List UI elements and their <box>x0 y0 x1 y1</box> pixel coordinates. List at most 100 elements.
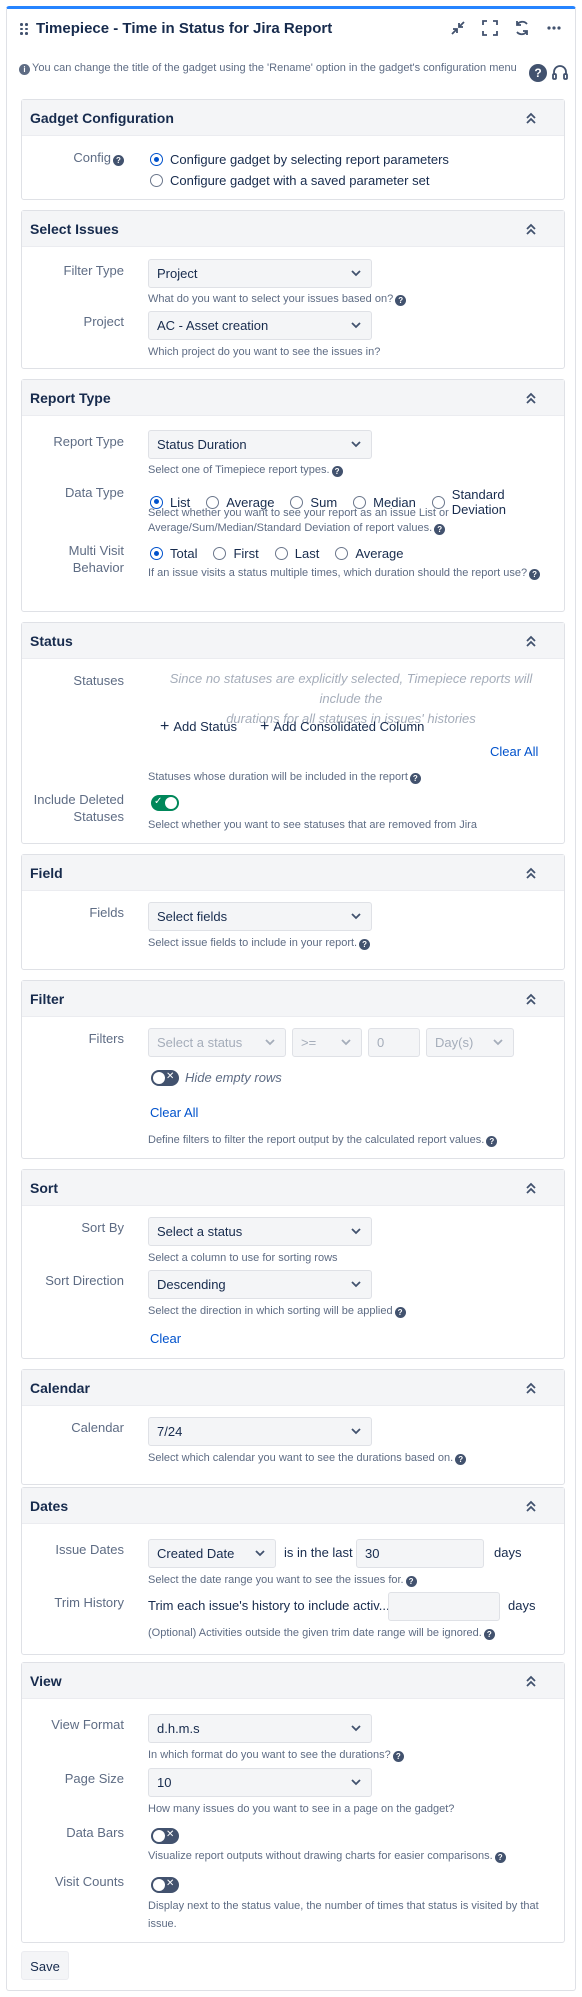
filter-operator-select[interactable]: >= <box>292 1028 362 1057</box>
filter-status-select[interactable]: Select a status <box>148 1028 286 1057</box>
config-option-parameters[interactable]: Configure gadget by selecting report par… <box>150 152 449 167</box>
view-format-select[interactable]: d.h.m.s <box>148 1714 372 1743</box>
trim-history-help: (Optional) Activities outside the given … <box>148 1626 495 1641</box>
more-options-icon[interactable] <box>545 19 563 37</box>
config-option-saved-set[interactable]: Configure gadget with a saved parameter … <box>150 173 429 188</box>
filter-unit-select[interactable]: Day(s) <box>426 1028 514 1057</box>
config-help-icon[interactable]: ? <box>113 155 124 166</box>
help-icon[interactable]: ? <box>434 524 446 535</box>
help-icon[interactable]: ? <box>395 295 407 306</box>
days-input[interactable]: 30 <box>356 1539 484 1568</box>
help-icon[interactable]: ? <box>455 1454 467 1465</box>
section-header[interactable]: Report Type <box>22 380 564 416</box>
trim-days-input[interactable] <box>388 1592 500 1621</box>
drag-handle-icon[interactable] <box>20 23 28 35</box>
section-calendar: Calendar Calendar 7/24 Select which cale… <box>21 1369 565 1485</box>
section-header[interactable]: Field <box>22 855 564 891</box>
help-icon[interactable]: ? <box>405 1576 417 1587</box>
issue-dates-select[interactable]: Created Date <box>148 1539 276 1568</box>
help-icon[interactable]: ? <box>494 1852 506 1863</box>
section-header[interactable]: Status <box>22 623 564 659</box>
collapse-chevron-icon[interactable] <box>524 1498 538 1514</box>
data-type-option-std-dev[interactable]: Standard Deviation <box>431 487 548 517</box>
chevron-down-icon <box>351 913 361 920</box>
radio-button[interactable] <box>150 153 163 166</box>
collapse-chevron-icon[interactable] <box>524 865 538 881</box>
section-header[interactable]: Calendar <box>22 1370 564 1406</box>
help-icon[interactable]: ? <box>394 1307 406 1318</box>
sort-by-select[interactable]: Select a status <box>148 1217 372 1246</box>
multi-visit-option-last[interactable]: Last <box>274 546 320 561</box>
collapse-chevron-icon[interactable] <box>524 110 538 126</box>
gadget-title: Timepiece - Time in Status for Jira Repo… <box>36 20 333 37</box>
section-header[interactable]: Gadget Configuration <box>22 100 564 136</box>
collapse-chevron-icon[interactable] <box>524 221 538 237</box>
support-headset-icon[interactable] <box>551 64 569 82</box>
clear-all-filters-link[interactable]: Clear All <box>150 1105 198 1120</box>
multi-visit-option-average[interactable]: Average <box>335 546 404 561</box>
page-size-select[interactable]: 10 <box>148 1768 372 1797</box>
multi-visit-radio-group: Total First Last Average <box>150 546 420 561</box>
sort-direction-select[interactable]: Descending <box>148 1270 372 1299</box>
rename-info-text: You can change the title of the gadget u… <box>32 62 517 74</box>
data-type-help-line-2: Average/Sum/Median/Standard Deviation of… <box>148 521 446 536</box>
collapse-chevron-icon[interactable] <box>524 390 538 406</box>
radio-button[interactable] <box>335 547 349 560</box>
help-icon[interactable]: ? <box>529 569 541 580</box>
collapse-chevron-icon[interactable] <box>524 1180 538 1196</box>
report-type-select[interactable]: Status Duration <box>148 430 372 459</box>
filter-type-select[interactable]: Project <box>148 259 372 288</box>
help-icon[interactable]: ? <box>483 1629 495 1640</box>
add-consolidated-column-button[interactable]: + Add Consolidated Column <box>260 718 424 736</box>
fields-help: Select issue fields to include in your r… <box>148 936 371 951</box>
fields-placeholder: Select fields <box>157 909 228 924</box>
check-icon: ✓ <box>154 796 163 807</box>
section-header[interactable]: Select Issues <box>22 211 564 247</box>
fields-select[interactable]: Select fields <box>148 902 372 931</box>
section-header[interactable]: Sort <box>22 1170 564 1206</box>
save-button[interactable]: Save <box>21 1951 69 1980</box>
x-icon: ✕ <box>166 1829 175 1840</box>
help-icon[interactable]: ? <box>409 773 421 784</box>
calendar-select[interactable]: 7/24 <box>148 1417 372 1446</box>
data-bars-toggle[interactable]: ✕ <box>151 1828 179 1844</box>
section-header[interactable]: Filter <box>22 981 564 1017</box>
clear-all-statuses-link[interactable]: Clear All <box>490 744 538 759</box>
help-icon[interactable]: ? <box>392 1751 404 1762</box>
collapse-chevron-icon[interactable] <box>524 1673 538 1689</box>
refresh-icon[interactable] <box>513 19 531 37</box>
minimize-icon[interactable] <box>449 19 467 37</box>
help-icon[interactable]: ? <box>331 466 343 477</box>
collapse-chevron-icon[interactable] <box>524 1380 538 1396</box>
section-header[interactable]: View <box>22 1663 564 1699</box>
visit-counts-toggle[interactable]: ✕ <box>151 1877 179 1893</box>
project-select[interactable]: AC - Asset creation <box>148 311 372 340</box>
section-status: Status Statuses Since no statuses are ex… <box>21 622 565 844</box>
section-title: Select Issues <box>30 221 119 237</box>
issue-dates-help: Select the date range you want to see th… <box>148 1573 417 1588</box>
hide-empty-rows-toggle[interactable]: ✕ <box>151 1070 179 1086</box>
radio-label: Last <box>294 546 320 561</box>
filter-value-input[interactable]: 0 <box>368 1028 420 1057</box>
multi-visit-option-first[interactable]: First <box>213 546 259 561</box>
add-status-button[interactable]: + Add Status <box>160 718 237 736</box>
section-header[interactable]: Dates <box>22 1488 564 1524</box>
radio-button[interactable] <box>150 547 163 560</box>
fullscreen-icon[interactable] <box>481 19 499 37</box>
help-icon[interactable]: ? <box>529 64 547 82</box>
radio-button[interactable] <box>213 547 227 560</box>
include-deleted-toggle[interactable]: ✓ <box>151 795 179 811</box>
help-icon[interactable]: ? <box>359 939 371 950</box>
radio-button[interactable] <box>150 174 163 187</box>
view-format-help: In which format do you want to see the d… <box>148 1748 404 1763</box>
collapse-chevron-icon[interactable] <box>524 633 538 649</box>
collapse-chevron-icon[interactable] <box>524 991 538 1007</box>
clear-sort-link[interactable]: Clear <box>150 1331 181 1346</box>
radio-button[interactable] <box>274 547 288 560</box>
multi-visit-option-total[interactable]: Total <box>150 546 197 561</box>
chevron-down-icon <box>351 1725 361 1732</box>
hide-empty-rows-label: Hide empty rows <box>185 1070 282 1085</box>
help-icon[interactable]: ? <box>486 1136 498 1147</box>
radio-label: Standard Deviation <box>451 487 506 517</box>
include-deleted-help: Select whether you want to see statuses … <box>148 819 477 831</box>
